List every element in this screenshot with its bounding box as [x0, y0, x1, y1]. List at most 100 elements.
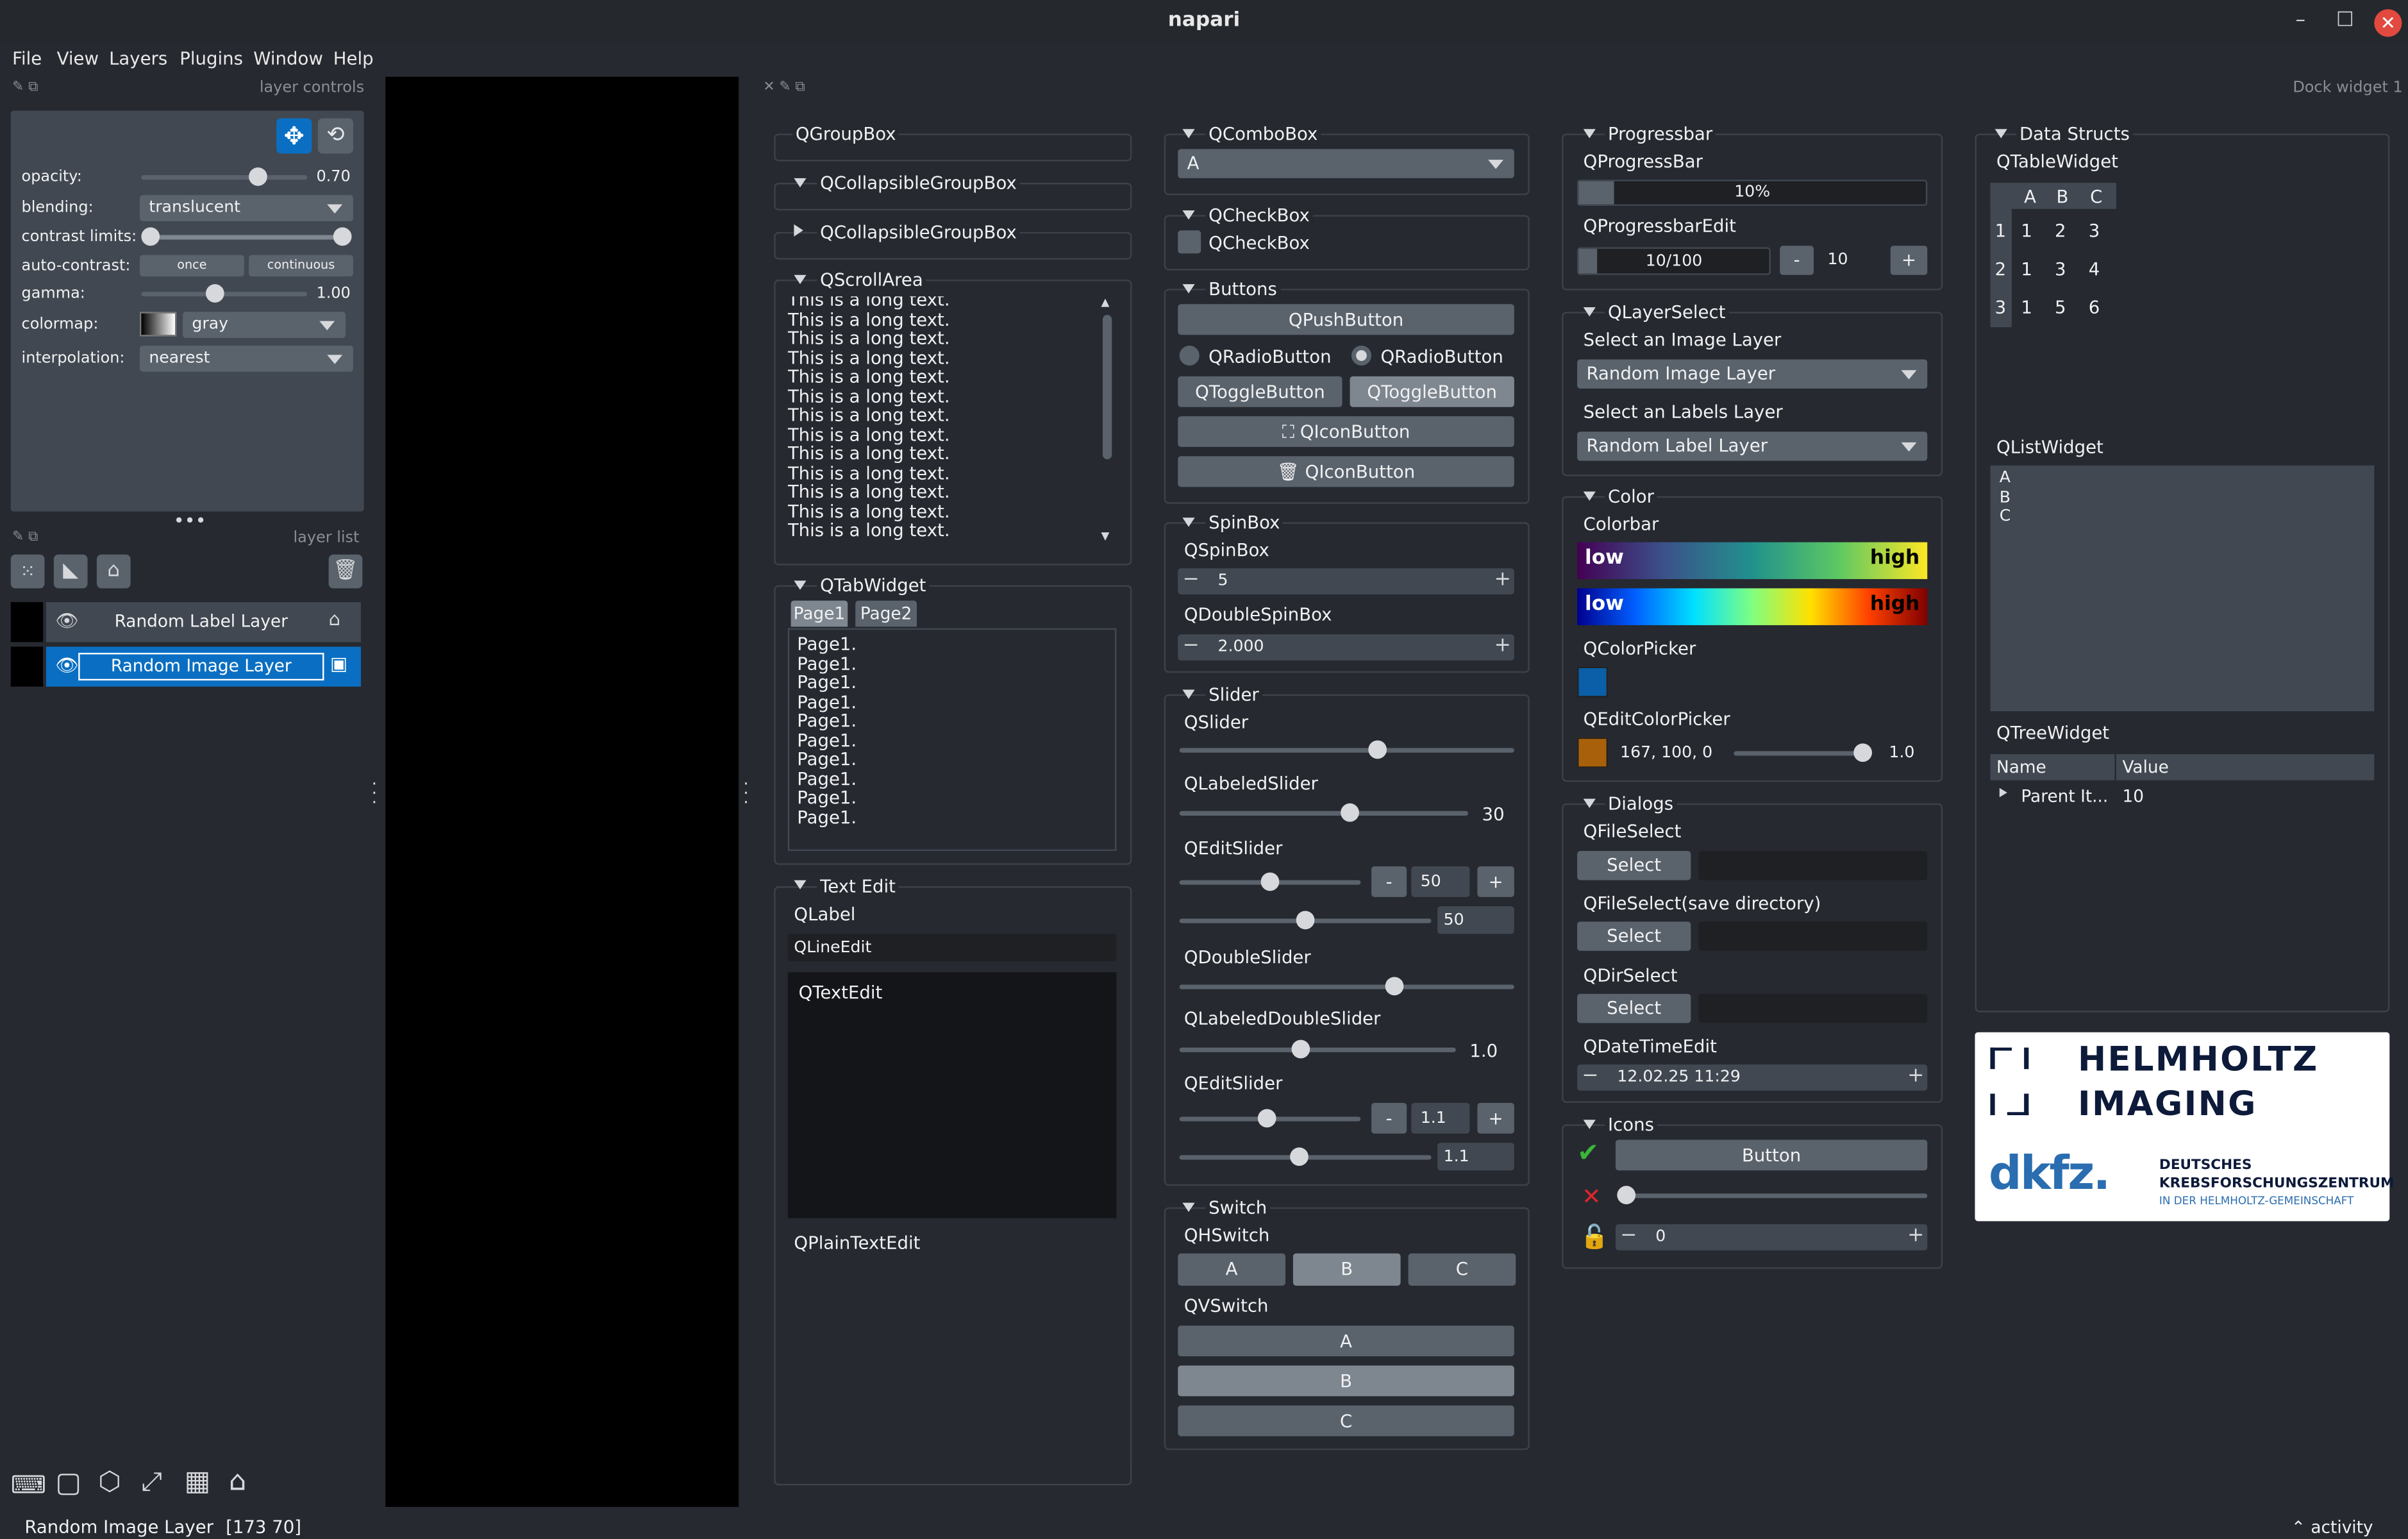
qeditslider-secondary-handle[interactable]	[1296, 911, 1315, 930]
new-labels-icon[interactable]: ⌂	[96, 554, 131, 589]
minus-icon[interactable]: −	[1182, 568, 1199, 591]
plus-icon[interactable]: +	[1907, 1064, 1924, 1088]
qlabeledslider-handle[interactable]	[1341, 803, 1359, 822]
delete-layer-icon[interactable]: 🗑	[328, 554, 363, 589]
table-cell[interactable]: 2	[2055, 220, 2066, 242]
progress-edit-input[interactable]: 10	[1820, 246, 1882, 275]
chevron-down-icon[interactable]	[1182, 1202, 1195, 1212]
qlistwidget[interactable]: ABC	[1990, 465, 2375, 712]
qcombobox[interactable]: A	[1178, 149, 1514, 178]
qlabeleddoubleslider-handle[interactable]	[1291, 1039, 1310, 1059]
decrement-button[interactable]: -	[1371, 866, 1407, 897]
color-swatch[interactable]	[1577, 666, 1608, 698]
chevron-down-icon[interactable]	[1583, 491, 1596, 501]
save-dir-path-field[interactable]	[1698, 921, 1928, 951]
chevron-down-icon[interactable]	[1182, 689, 1195, 699]
vswitch-b[interactable]: B	[1178, 1365, 1514, 1397]
collapsible-groupbox-title[interactable]: QCollapsibleGroupBox	[817, 172, 1020, 194]
chevron-down-icon[interactable]	[794, 178, 807, 188]
qtablewidget[interactable]: A B C 112321343156	[1990, 183, 2116, 328]
radio-label-1[interactable]: QRadioButton	[1208, 346, 1331, 367]
qtextedit-field[interactable]: QTextEdit	[787, 972, 1117, 1218]
chevron-down-icon[interactable]	[1182, 210, 1195, 220]
minimize-icon[interactable]: –	[2285, 9, 2316, 32]
qtogglebutton-on[interactable]: QToggleButton	[1350, 376, 1514, 407]
chevron-right-icon[interactable]	[794, 224, 803, 237]
alpha-value[interactable]: 1.0	[1883, 737, 1927, 768]
viewer-canvas[interactable]	[385, 76, 739, 1507]
table-cell[interactable]: 3	[2089, 220, 2100, 242]
datetime-value[interactable]: 12.02.25 11:29	[1617, 1068, 1740, 1086]
file-select-button[interactable]: Select	[1577, 851, 1691, 880]
plus-icon[interactable]: +	[1907, 1224, 1924, 1247]
menu-view[interactable]: View	[57, 47, 99, 69]
opacity-slider[interactable]	[141, 175, 308, 180]
checkbox[interactable]	[1178, 230, 1201, 254]
eye-icon[interactable]: 👁	[55, 610, 78, 632]
radio-label-2[interactable]: QRadioButton	[1380, 346, 1503, 367]
table-cell[interactable]: 1	[2021, 220, 2032, 242]
chevron-down-icon[interactable]	[1583, 798, 1596, 808]
qeditslider-handle[interactable]	[1260, 872, 1280, 891]
layer-row-selected[interactable]: 👁 Random Image Layer ▣	[46, 646, 361, 687]
qslider[interactable]	[1179, 748, 1514, 753]
alpha-slider[interactable]	[1734, 751, 1872, 756]
contrast-limits-slider[interactable]	[149, 235, 346, 240]
qdoubleslider[interactable]	[1179, 984, 1514, 989]
contrast-min-handle[interactable]	[141, 227, 160, 246]
new-shapes-icon[interactable]: ◣	[53, 554, 88, 589]
table-cell[interactable]: 1	[2021, 258, 2032, 280]
chevron-down-icon[interactable]	[794, 580, 807, 590]
maximize-icon[interactable]: ☐	[2330, 9, 2361, 32]
menu-window[interactable]: Window	[253, 47, 323, 69]
radio-button-1[interactable]	[1179, 345, 1200, 366]
tab-page2[interactable]: Page2	[855, 600, 917, 627]
table-cell[interactable]: 6	[2089, 296, 2100, 318]
minus-icon[interactable]: −	[1182, 634, 1199, 657]
close-icon[interactable]: ✕	[2374, 9, 2402, 37]
qiconbutton-2[interactable]: 🗑 QIconButton	[1178, 456, 1514, 487]
splitter-handle[interactable]: · · ·	[372, 776, 377, 811]
qspinbox[interactable]: − 5 +	[1178, 568, 1514, 595]
auto-contrast-continuous-button[interactable]: continuous	[249, 255, 353, 277]
edit-color-swatch[interactable]	[1577, 737, 1608, 768]
file-path-field[interactable]	[1698, 851, 1928, 880]
tab-page1[interactable]: Page1	[790, 600, 848, 627]
table-cell[interactable]: 4	[2089, 258, 2100, 280]
radio-button-2[interactable]	[1351, 345, 1372, 366]
chevron-down-icon[interactable]	[1182, 284, 1195, 294]
checkbox-label[interactable]: QCheckBox	[1208, 232, 1310, 254]
dock-float-icon[interactable]: ✎ ⧉	[12, 530, 38, 545]
chevron-down-icon[interactable]	[794, 274, 807, 285]
tree-row[interactable]: Parent It... 10	[1990, 784, 2374, 810]
contrast-max-handle[interactable]	[333, 227, 352, 246]
collapsible-groupbox-title[interactable]: QCollapsibleGroupBox	[817, 221, 1020, 243]
qeditslider2-secondary-handle[interactable]	[1290, 1147, 1309, 1166]
opacity-slider-handle[interactable]	[248, 167, 267, 186]
increment-button[interactable]: +	[1477, 1102, 1514, 1134]
transform-icon[interactable]: ⟲	[317, 118, 353, 154]
menu-plugins[interactable]: Plugins	[180, 47, 243, 69]
chevron-right-icon[interactable]	[1999, 787, 2007, 798]
icons-button[interactable]: Button	[1615, 1140, 1928, 1171]
colormap-combo[interactable]: gray	[183, 312, 346, 338]
table-cell[interactable]: 5	[2055, 296, 2066, 318]
minus-icon[interactable]: −	[1582, 1064, 1598, 1088]
qdoubleslider-handle[interactable]	[1385, 977, 1404, 996]
labels-layer-select[interactable]: Random Label Layer	[1577, 432, 1928, 461]
menu-help[interactable]: Help	[333, 47, 374, 69]
qeditslider-secondary-input[interactable]: 50	[1437, 906, 1514, 934]
qpushbutton[interactable]: QPushButton	[1178, 304, 1514, 335]
icons-slider-handle[interactable]	[1617, 1186, 1636, 1204]
scrollbar[interactable]: ▲ ▼	[1098, 296, 1117, 550]
qdatetimeedit[interactable]: − 12.02.25 11:29 +	[1577, 1064, 1928, 1091]
transpose-icon[interactable]: ⤢	[141, 1467, 162, 1498]
increment-button[interactable]: +	[1890, 246, 1928, 275]
minus-icon[interactable]: −	[1620, 1224, 1637, 1247]
save-dir-select-button[interactable]: Select	[1577, 921, 1691, 951]
decrement-button[interactable]: -	[1780, 246, 1814, 275]
decrement-button[interactable]: -	[1371, 1102, 1407, 1134]
qtogglebutton-off[interactable]: QToggleButton	[1178, 376, 1342, 407]
list-item[interactable]: A	[2000, 469, 2374, 488]
splitter-handle[interactable]: · · ·	[743, 776, 748, 811]
